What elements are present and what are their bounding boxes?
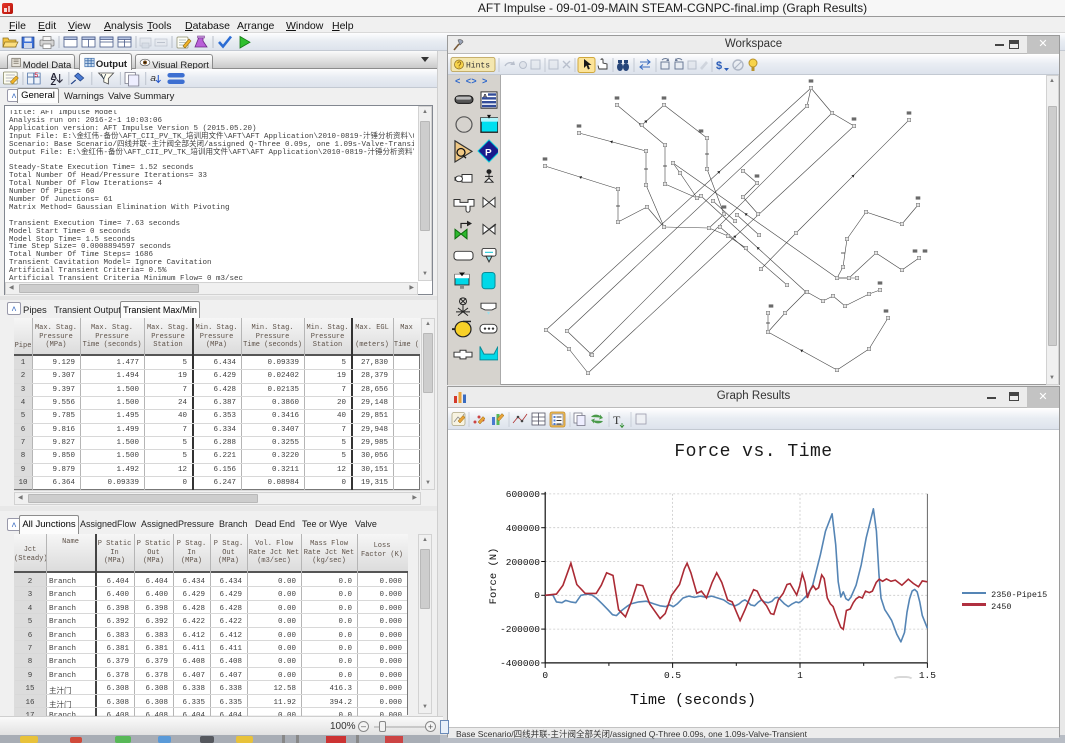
svg-text:V: V <box>101 72 106 80</box>
svg-text:a: a <box>150 74 156 84</box>
svg-text:$: $ <box>716 60 722 72</box>
svg-text:?: ? <box>457 61 462 70</box>
svg-text:T: T <box>613 413 621 427</box>
svg-text:P: P <box>485 147 492 158</box>
svg-text:Hints: Hints <box>466 62 490 71</box>
svg-text:5: 5 <box>34 72 38 79</box>
svg-text:Z: Z <box>50 78 56 87</box>
